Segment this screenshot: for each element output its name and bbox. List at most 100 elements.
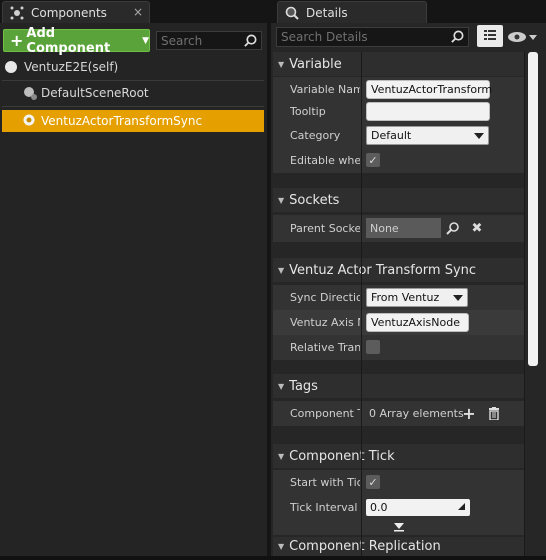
add-component-label: Add Component <box>26 25 111 56</box>
tick-interval-value: 0.0 <box>370 501 388 514</box>
section-tags[interactable]: ▼ Tags <box>273 374 524 398</box>
parent-socket-label: Parent Socket <box>290 222 360 235</box>
resize-grip-icon <box>458 503 465 510</box>
tab-details-label: Details <box>306 5 348 20</box>
category-label: Category <box>290 129 341 142</box>
tooltip-label: Tooltip <box>290 105 326 118</box>
axis-node-field[interactable]: VentuzAxisNode <box>366 313 469 332</box>
tree-item-ventuz-actor-transform-sync[interactable]: VentuzActorTransformSync <box>2 110 264 132</box>
search-icon <box>244 34 257 47</box>
axis-node-label: Ventuz Axis Node <box>290 316 360 329</box>
dropdown-arrow-icon <box>474 133 484 139</box>
clear-icon[interactable]: ✖ <box>470 221 484 236</box>
bottom-border <box>0 556 546 560</box>
eye-icon <box>508 32 537 42</box>
sync-direction-value: From Ventuz <box>371 291 440 304</box>
section-component-replication[interactable]: ▼ Component Replication <box>273 537 524 556</box>
tree-divider <box>2 80 264 81</box>
column-splitter[interactable] <box>524 52 525 556</box>
search-icon[interactable] <box>446 221 460 235</box>
search-icon <box>451 30 464 43</box>
add-component-button[interactable]: + Add Component ▼ <box>3 26 150 56</box>
start-tick-label: Start with Tick Enabled <box>290 476 360 489</box>
tree-item-label: DefaultSceneRoot <box>41 86 149 100</box>
close-icon[interactable]: × <box>133 5 143 19</box>
plus-icon: + <box>10 31 24 50</box>
tick-interval-field[interactable]: 0.0 <box>366 499 470 516</box>
section-title: Component Replication <box>289 539 441 554</box>
magnifier-tab-icon <box>284 5 300 21</box>
section-sockets[interactable]: ▼ Sockets <box>273 188 524 212</box>
components-search-input[interactable]: Search <box>156 31 262 50</box>
section-title: Tags <box>289 378 318 394</box>
variable-name-field[interactable]: VentuzActorTransform <box>366 80 492 99</box>
tab-components[interactable]: Components × <box>2 1 150 23</box>
add-element-icon[interactable]: + <box>462 404 476 423</box>
expand-icon: ▼ <box>278 451 285 461</box>
component-tags-label: Component Tags <box>290 407 360 420</box>
tooltip-field[interactable] <box>366 102 490 121</box>
expand-icon: ▼ <box>278 265 285 275</box>
tree-divider <box>2 106 264 107</box>
section-title: Ventuz Actor Transform Sync <box>289 262 477 278</box>
chevron-down-icon <box>394 523 404 532</box>
trash-icon[interactable] <box>488 407 500 420</box>
row-sync-direction: Sync Direction From Ventuz <box>273 285 524 310</box>
row-relative-transform: Relative Transform <box>273 335 524 360</box>
list-view-icon <box>484 30 496 40</box>
section-ventuz-actor-transform-sync[interactable]: ▼ Ventuz Actor Transform Sync <box>273 258 524 282</box>
tick-interval-label: Tick Interval (secs) <box>290 501 360 514</box>
component-tags-value: 0 Array elements <box>369 407 464 420</box>
view-options-button[interactable] <box>506 27 540 47</box>
tab-details[interactable]: Details <box>277 1 427 23</box>
category-value: Default <box>371 129 412 142</box>
editable-checkbox[interactable]: ✓ <box>366 153 380 167</box>
scene-component-icon <box>24 87 37 100</box>
section-title: Sockets <box>289 192 340 208</box>
checkmark-icon: ✓ <box>368 475 378 489</box>
tree-item-label: VentuzActorTransformSync <box>41 114 203 128</box>
expand-icon: ▼ <box>278 542 285 551</box>
expand-icon: ▼ <box>278 195 285 205</box>
tree-item-self[interactable]: VentuzE2E(self) <box>2 56 264 78</box>
row-component-tags: Component Tags 0 Array elements + <box>273 401 524 426</box>
dropdown-arrow-icon <box>453 295 463 301</box>
details-search-input[interactable]: Search Details <box>276 27 469 47</box>
advanced-expand-button[interactable] <box>273 519 524 535</box>
editable-label: Editable when Inherited <box>290 154 360 167</box>
sync-direction-label: Sync Direction <box>290 291 360 304</box>
section-component-tick[interactable]: ▼ Component Tick <box>273 444 524 468</box>
section-title: Variable <box>289 56 342 72</box>
details-scrollbar[interactable] <box>528 52 538 366</box>
section-title: Component Tick <box>289 448 395 464</box>
property-matrix-button[interactable] <box>477 25 503 47</box>
row-start-with-tick: Start with Tick Enabled ✓ <box>273 470 524 495</box>
expand-icon: ▼ <box>278 59 285 69</box>
parent-socket-field[interactable]: None <box>366 218 441 238</box>
column-splitter[interactable] <box>361 52 362 556</box>
tree-item-label: VentuzE2E(self) <box>24 60 119 74</box>
components-icon <box>9 5 25 21</box>
variable-name-label: Variable Name <box>290 83 360 96</box>
component-icon <box>23 114 35 126</box>
relative-transform-label: Relative Transform <box>290 341 360 354</box>
checkmark-icon: ✓ <box>368 153 378 167</box>
tab-components-label: Components <box>31 5 107 20</box>
row-tooltip: Tooltip <box>273 99 524 124</box>
expand-icon: ▼ <box>278 381 285 391</box>
relative-transform-checkbox[interactable] <box>366 340 380 354</box>
start-tick-checkbox[interactable]: ✓ <box>366 475 380 489</box>
search-placeholder: Search <box>161 33 203 48</box>
section-variable[interactable]: ▼ Variable <box>273 52 524 76</box>
tree-item-default-scene-root[interactable]: DefaultSceneRoot <box>2 82 264 104</box>
row-parent-socket: Parent Socket None ✖ <box>273 215 524 242</box>
category-dropdown[interactable]: Default <box>366 126 489 145</box>
row-editable: Editable when Inherited ✓ <box>273 148 524 173</box>
row-tick-interval: Tick Interval (secs) 0.0 <box>273 495 524 520</box>
sphere-icon <box>5 61 17 73</box>
row-category: Category Default <box>273 123 524 148</box>
search-placeholder: Search Details <box>281 30 368 44</box>
chevron-down-icon: ▼ <box>142 35 149 46</box>
row-ventuz-axis-node: Ventuz Axis Node VentuzAxisNode <box>273 310 524 335</box>
sync-direction-dropdown[interactable]: From Ventuz <box>366 288 468 307</box>
